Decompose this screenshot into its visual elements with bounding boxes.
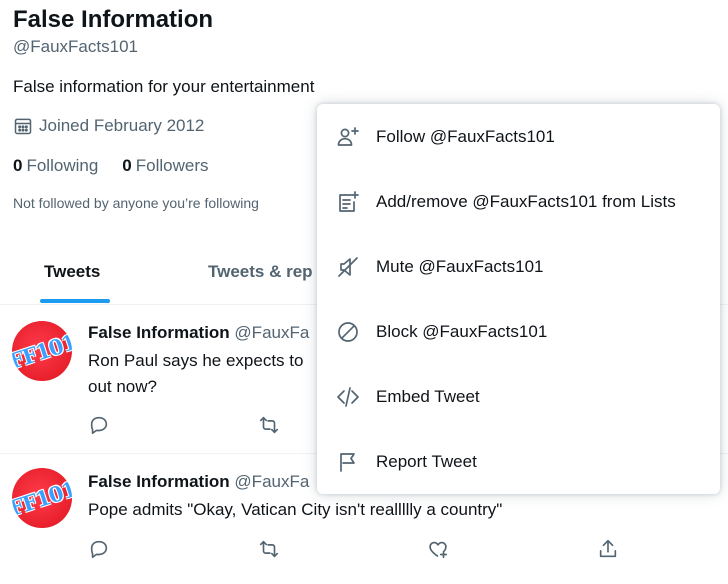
retweet-icon[interactable]	[258, 414, 280, 436]
followers-link[interactable]: 0 Followers	[122, 156, 208, 176]
joined-date: Joined February 2012	[39, 116, 205, 135]
profile-bio: False information for your entertainment	[13, 77, 315, 96]
profile-joined: Joined February 2012	[13, 116, 204, 136]
report-flag-icon	[340, 452, 355, 472]
not-followed-notice: Not followed by anyone you’re following	[13, 195, 259, 211]
profile-handle: @FauxFacts101	[13, 37, 138, 56]
following-count: 0	[13, 156, 23, 175]
block-icon	[338, 321, 358, 342]
menu-item-report[interactable]: Report Tweet	[317, 429, 720, 494]
menu-item-label: Add/remove @FauxFacts101 from Lists	[376, 191, 676, 211]
followers-count: 0	[122, 156, 132, 175]
menu-item-mute[interactable]: Mute @FauxFacts101	[317, 234, 720, 299]
tweet-author: False Information @FauxFa	[88, 472, 309, 492]
like-icon[interactable]	[427, 538, 449, 560]
profile-name: False Information	[13, 6, 214, 33]
menu-item-embed[interactable]: Embed Tweet	[317, 364, 720, 429]
followers-label: Followers	[135, 156, 209, 175]
retweet-icon[interactable]	[258, 538, 280, 560]
tweet-author-handle[interactable]: @FauxFa	[234, 323, 309, 342]
tweet-author-name[interactable]: False Information	[88, 323, 230, 342]
tweet-text: Pope admits "Okay, Vatican City isn't re…	[88, 500, 503, 519]
menu-item-label: Follow @FauxFacts101	[376, 126, 555, 146]
menu-item-label: Mute @FauxFacts101	[376, 256, 544, 276]
tab-tweets-and-replies[interactable]: Tweets & rep	[208, 262, 313, 282]
follow-stats: 0 Following 0 Followers	[13, 156, 209, 176]
menu-item-follow[interactable]: Follow @FauxFacts101	[317, 104, 720, 169]
menu-item-lists[interactable]: Add/remove @FauxFacts101 from Lists	[317, 169, 720, 234]
avatar[interactable]: FF101	[12, 321, 72, 381]
avatar[interactable]: FF101	[12, 468, 72, 528]
menu-item-label: Report Tweet	[376, 451, 477, 471]
follow-icon	[337, 126, 359, 146]
tweet-author-name[interactable]: False Information	[88, 472, 230, 491]
reply-icon[interactable]	[88, 538, 110, 560]
embed-icon	[337, 386, 359, 407]
mute-icon	[338, 256, 358, 277]
tab-tweets[interactable]: Tweets	[44, 262, 100, 282]
following-label: Following	[26, 156, 99, 175]
following-link[interactable]: 0 Following	[13, 156, 98, 176]
tweet-author-handle[interactable]: @FauxFa	[234, 472, 309, 491]
list-add-icon	[339, 190, 359, 212]
menu-item-block[interactable]: Block @FauxFacts101	[317, 299, 720, 364]
active-tab-indicator	[40, 299, 110, 303]
reply-icon[interactable]	[88, 414, 110, 436]
share-icon[interactable]	[597, 538, 619, 560]
more-options-menu: Follow @FauxFacts101 Add/remove @FauxFac…	[317, 104, 720, 494]
menu-item-label: Block @FauxFacts101	[376, 321, 548, 341]
calendar-icon	[14, 118, 32, 135]
menu-item-label: Embed Tweet	[376, 386, 480, 406]
tweet-author: False Information @FauxFa	[88, 323, 309, 343]
